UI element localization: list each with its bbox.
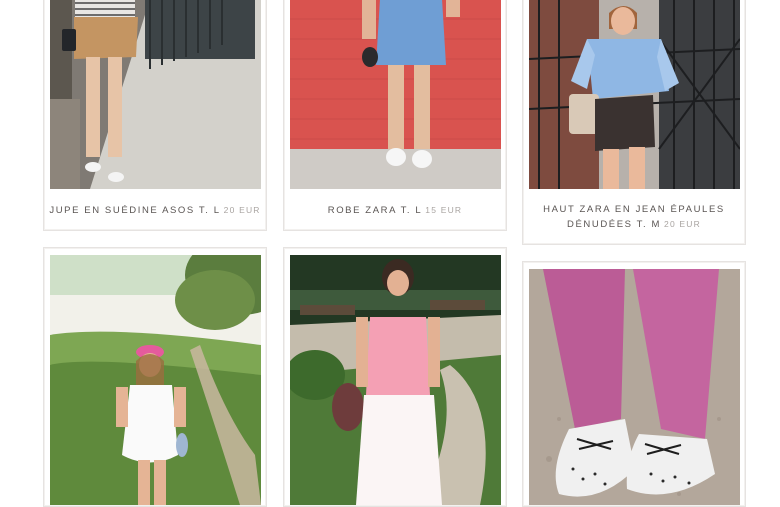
product-card[interactable]: ROBE ZARA T. L 15 EUR: [283, 0, 507, 231]
product-price: 20 EUR: [664, 219, 701, 229]
product-card[interactable]: HAUT ZARA EN JEAN ÉPAULES DÉNUDÉES T. M2…: [522, 0, 746, 245]
product-caption[interactable]: ROBE ZARA T. L 15 EUR: [284, 203, 506, 218]
product-photo[interactable]: [290, 255, 501, 505]
product-photo[interactable]: [50, 255, 261, 505]
product-photo[interactable]: [290, 0, 501, 189]
product-card[interactable]: [522, 261, 746, 507]
product-card[interactable]: JUPE EN SUÉDINE ASOS T. L 20 EUR: [43, 0, 267, 231]
product-title[interactable]: JUPE EN SUÉDINE ASOS T. L: [49, 205, 220, 216]
product-caption[interactable]: HAUT ZARA EN JEAN ÉPAULES DÉNUDÉES T. M2…: [523, 203, 745, 232]
product-price: 20 EUR: [223, 205, 261, 215]
product-caption[interactable]: JUPE EN SUÉDINE ASOS T. L 20 EUR: [44, 203, 266, 218]
product-photo[interactable]: [50, 0, 261, 189]
product-photo[interactable]: [529, 269, 740, 505]
product-photo[interactable]: [529, 0, 740, 189]
product-price: 15 EUR: [425, 205, 463, 215]
product-card[interactable]: [283, 247, 507, 507]
product-card[interactable]: [43, 247, 267, 507]
product-title[interactable]: ROBE ZARA T. L: [328, 205, 423, 216]
product-title[interactable]: HAUT ZARA EN JEAN ÉPAULES: [523, 203, 745, 217]
product-title-line2[interactable]: DÉNUDÉES T. M: [567, 219, 661, 230]
